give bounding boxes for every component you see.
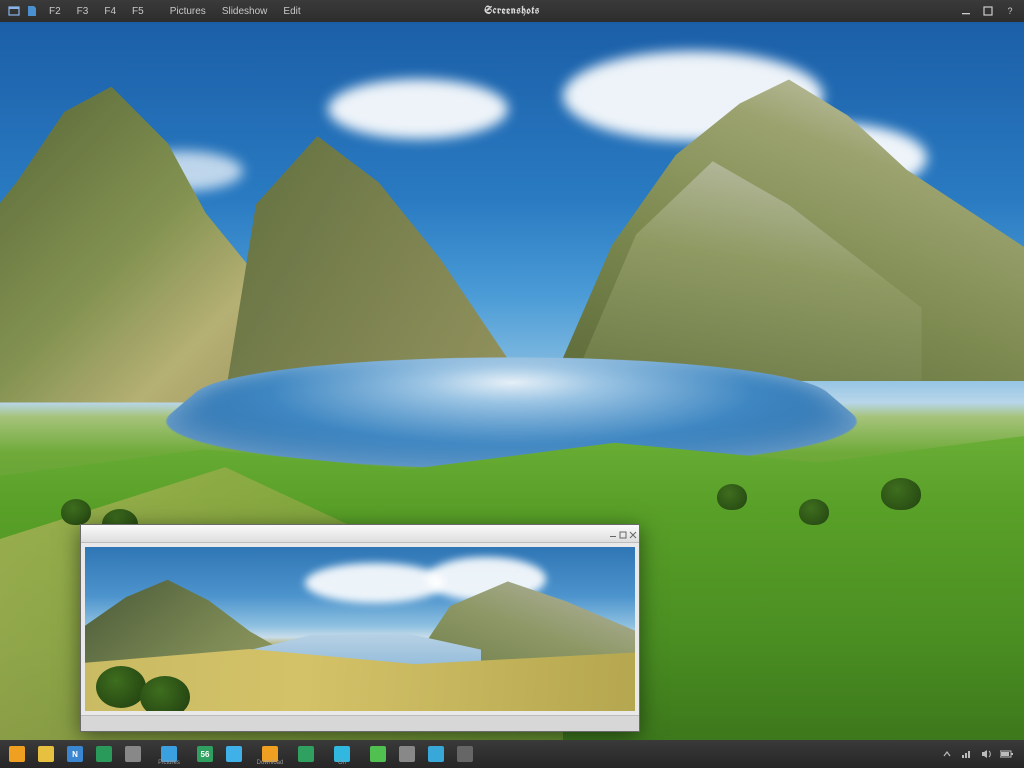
tray-up-icon[interactable] xyxy=(940,747,954,761)
taskbar-app2[interactable] xyxy=(91,743,117,765)
help-icon[interactable]: ? xyxy=(1002,4,1018,18)
menu-shortcut-f5[interactable]: F5 xyxy=(125,4,151,19)
preview-window[interactable] xyxy=(80,524,640,732)
taskbar-download[interactable]: Download xyxy=(250,743,290,765)
taskbar-explorer[interactable] xyxy=(33,743,59,765)
app-icon[interactable] xyxy=(6,4,22,18)
menu-shortcut-f4[interactable]: F4 xyxy=(97,4,123,19)
preview-statusbar xyxy=(81,715,639,731)
taskbar: N Pictures56 Download On xyxy=(0,740,1024,768)
taskbar-app1[interactable]: N xyxy=(62,743,88,765)
menu-shortcut-f3[interactable]: F3 xyxy=(70,4,96,19)
taskbar-app8[interactable] xyxy=(452,743,478,765)
minimize-icon[interactable] xyxy=(958,4,974,18)
menu-shortcut-f2[interactable]: F2 xyxy=(42,4,68,19)
menu-slideshow[interactable]: Slideshow xyxy=(215,4,275,19)
taskbar-app7[interactable] xyxy=(423,743,449,765)
menu-edit[interactable]: Edit xyxy=(276,4,307,19)
menu-bar: F2 F3 F4 F5 Pictures Slideshow Edit Scre… xyxy=(0,0,1024,22)
tray-volume-icon[interactable] xyxy=(980,747,994,761)
tray-network-icon[interactable] xyxy=(960,747,974,761)
taskbar-app3[interactable]: 56 xyxy=(192,743,218,765)
preview-minimize-icon[interactable] xyxy=(609,531,615,537)
preview-titlebar[interactable] xyxy=(81,525,639,543)
preview-close-icon[interactable] xyxy=(629,531,635,537)
desktop xyxy=(0,22,1024,740)
tray-battery-icon[interactable] xyxy=(1000,747,1014,761)
taskbar-app4[interactable] xyxy=(221,743,247,765)
preview-image xyxy=(85,547,635,711)
taskbar-start[interactable] xyxy=(4,743,30,765)
taskbar-app5[interactable] xyxy=(293,743,319,765)
window-title: Screenshots xyxy=(484,4,540,18)
taskbar-pictures[interactable]: Pictures xyxy=(149,743,189,765)
taskbar-chat[interactable] xyxy=(365,743,391,765)
taskbar-settings[interactable]: On xyxy=(322,743,362,765)
taskbar-browser[interactable] xyxy=(120,743,146,765)
maximize-icon[interactable] xyxy=(980,4,996,18)
system-tray xyxy=(940,747,1020,761)
doc-icon[interactable] xyxy=(24,4,40,18)
menu-pictures[interactable]: Pictures xyxy=(163,4,213,19)
svg-text:?: ? xyxy=(1007,6,1012,16)
preview-maximize-icon[interactable] xyxy=(619,531,625,537)
taskbar-app6[interactable] xyxy=(394,743,420,765)
